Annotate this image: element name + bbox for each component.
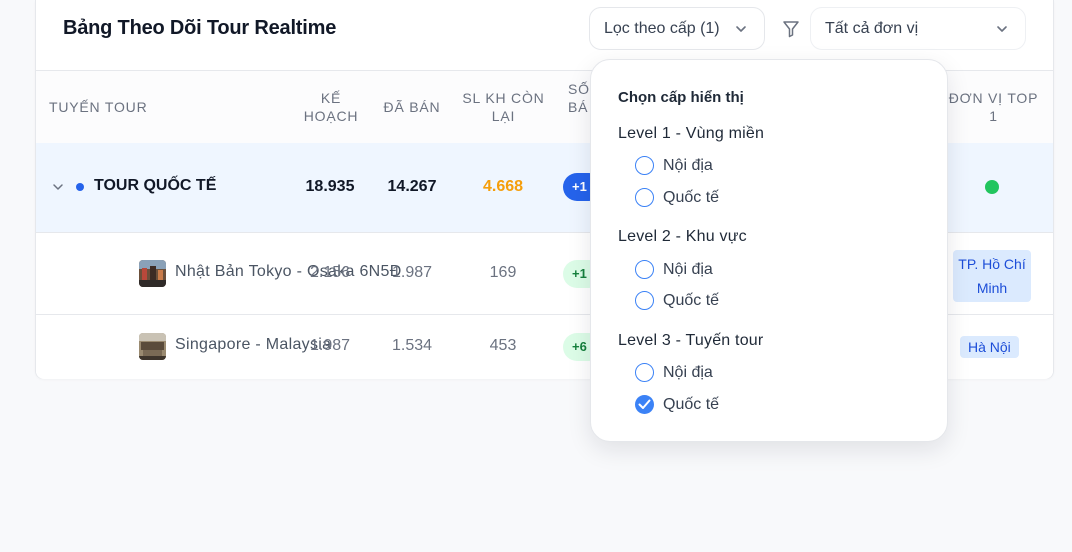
level-1-option-international[interactable]: Quốc tế: [635, 188, 719, 207]
page-title: Bảng Theo Dõi Tour Realtime: [63, 17, 337, 39]
group-row-name: TOUR QUỐC TẾ: [94, 177, 217, 194]
radio-unchecked-icon[interactable]: [635, 363, 654, 382]
tour-thumbnail-image: [139, 333, 166, 360]
tour-thumbnail-image: [139, 260, 166, 287]
top-unit-tag-line2: Minh: [976, 280, 1008, 296]
chevron-down-icon: [995, 22, 1009, 41]
unit-select-value: Tất cả đơn vị: [825, 19, 919, 37]
option-label: Quốc tế: [663, 188, 720, 206]
column-header-tour: TUYẾN TOUR: [49, 99, 148, 115]
tour-sold: 1.534: [391, 337, 433, 354]
level-1-option-domestic[interactable]: Nội địa: [635, 156, 713, 175]
status-dot-icon: [985, 180, 999, 194]
column-header-plan: KẾ HOẠCH: [301, 89, 361, 125]
tour-remaining: 169: [489, 264, 517, 281]
option-label: Quốc tế: [663, 291, 720, 309]
level-3-label: Level 3 - Tuyến tour: [618, 332, 764, 349]
column-header-remaining-line1: SL KH CÒN: [462, 90, 545, 106]
level-1-label: Level 1 - Vùng miền: [618, 125, 765, 142]
level-filter-label: Lọc theo cấp (1): [604, 19, 720, 37]
column-header-top-unit: ĐƠN VỊ TOP 1: [946, 89, 1041, 125]
radio-unchecked-icon[interactable]: [635, 291, 654, 310]
column-header-top-unit-line1: ĐƠN VỊ TOP: [948, 90, 1039, 106]
group-row-plan: 18.935: [305, 178, 355, 195]
column-header-remaining: SL KH CÒN LẠI: [456, 89, 551, 125]
group-dot-icon: [76, 183, 84, 191]
level-2-option-domestic[interactable]: Nội địa: [635, 260, 713, 279]
option-label: Quốc tế: [663, 395, 720, 413]
radio-unchecked-icon[interactable]: [635, 188, 654, 207]
tour-plan: 1.987: [309, 337, 351, 354]
column-header-sold: ĐÃ BÁN: [383, 99, 441, 115]
option-label: Nội địa: [663, 156, 713, 174]
tour-name: Nhật Bản Tokyo - Osaka 6N5Đ: [175, 263, 402, 280]
level-filter-button[interactable]: Lọc theo cấp (1): [589, 7, 765, 50]
level-3-option-domestic[interactable]: Nội địa: [635, 363, 713, 382]
filter-icon[interactable]: [781, 19, 801, 44]
tour-remaining: 453: [489, 337, 517, 354]
group-row-sold: 14.267: [387, 178, 437, 195]
level-filter-popup: Chọn cấp hiển thị Level 1 - Vùng miền Nộ…: [590, 59, 948, 442]
option-label: Nội địa: [663, 363, 713, 381]
group-row-remaining: 4.668: [482, 178, 524, 195]
popup-title: Chọn cấp hiển thị: [618, 89, 744, 106]
tour-plan: 2.156: [309, 264, 351, 281]
option-label: Nội địa: [663, 260, 713, 278]
column-header-plan-line2: HOẠCH: [303, 108, 359, 124]
top-unit-tag-line1: TP. Hồ Chí: [958, 256, 1026, 272]
radio-unchecked-icon[interactable]: [635, 260, 654, 279]
unit-select[interactable]: Tất cả đơn vị: [810, 7, 1026, 50]
tour-sold: 1.987: [391, 264, 433, 281]
level-2-option-international[interactable]: Quốc tế: [635, 291, 719, 310]
chevron-down-icon[interactable]: [51, 180, 65, 199]
column-header-top-unit-line2: 1: [989, 108, 998, 124]
column-header-plan-line1: KẾ: [320, 90, 342, 106]
chevron-down-icon: [734, 22, 748, 41]
level-2-label: Level 2 - Khu vực: [618, 228, 747, 245]
top-unit-tag: Hà Nội: [960, 336, 1019, 358]
radio-unchecked-icon[interactable]: [635, 156, 654, 175]
top-unit-tag: TP. Hồ Chí Minh: [953, 250, 1031, 302]
level-3-option-international[interactable]: Quốc tế: [635, 395, 719, 414]
column-header-remaining-line2: LẠI: [491, 108, 516, 124]
checkmark-circle-icon[interactable]: [635, 395, 654, 414]
